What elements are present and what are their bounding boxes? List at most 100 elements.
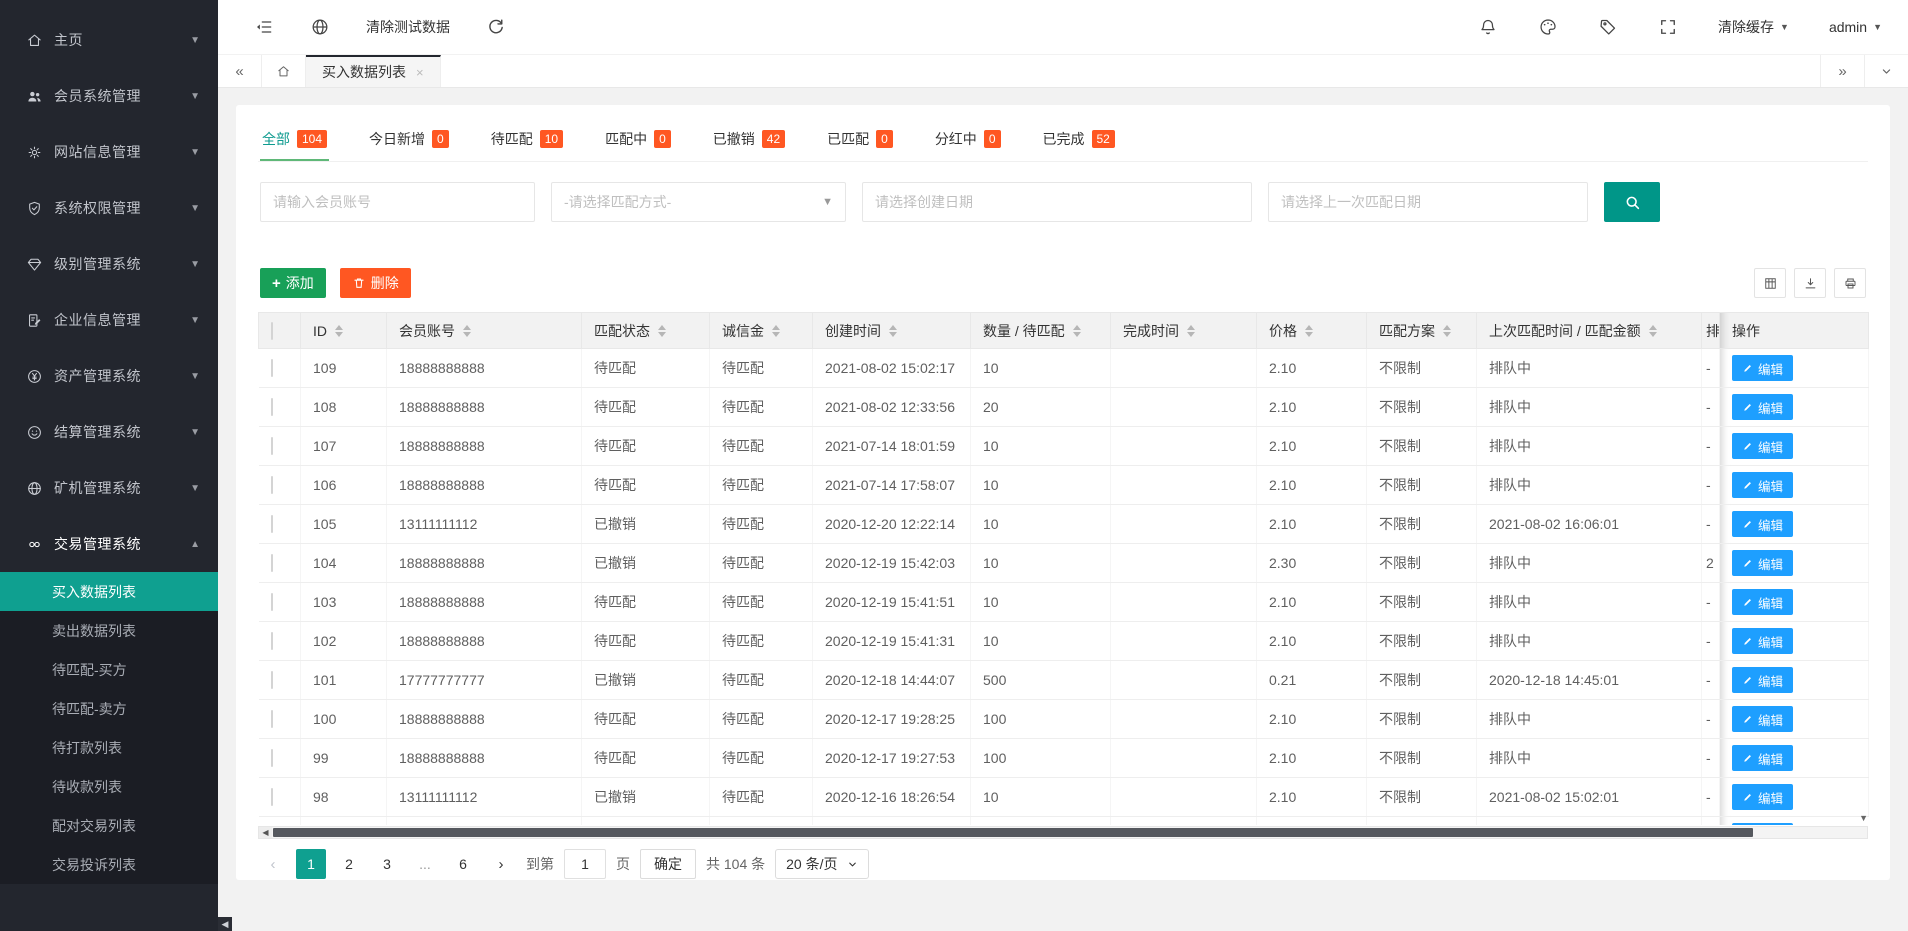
close-tab-icon[interactable]: × [416,65,424,80]
filter-tab-6[interactable]: 分红中0 [933,121,1003,161]
row-checkbox[interactable] [271,671,273,689]
sidebar-item-levels[interactable]: 级别管理系统▼ [0,236,218,292]
sort-icon[interactable] [1305,325,1313,337]
filter-tab-7[interactable]: 已完成52 [1041,121,1117,161]
vertical-scroll-down-arrow[interactable]: ▼ [1859,813,1868,823]
edit-button[interactable]: 编辑 [1732,667,1793,693]
column-header-9[interactable]: 上次匹配时间 / 匹配金额 [1477,313,1702,349]
sidebar-item-trade[interactable]: 交易管理系统▲ [0,516,218,572]
row-checkbox[interactable] [271,788,273,806]
tab-buy-data-list[interactable]: 买入数据列表 × [306,55,441,87]
page-button-3[interactable]: 3 [372,849,402,879]
edit-button[interactable]: 编辑 [1732,433,1793,459]
sidebar-subitem-pending-payment[interactable]: 待打款列表 [0,728,218,767]
bell-icon[interactable] [1478,17,1498,37]
sidebar-item-site-info[interactable]: 网站信息管理▼ [0,124,218,180]
tabs-menu-button[interactable] [1864,55,1908,87]
clear-cache-dropdown[interactable]: 清除缓存▼ [1718,17,1789,37]
sort-icon[interactable] [658,325,666,337]
sort-icon[interactable] [772,325,780,337]
filter-tab-5[interactable]: 已匹配0 [825,121,895,161]
sidebar-item-settlement[interactable]: 结算管理系统▼ [0,404,218,460]
tabs-scroll-left-button[interactable]: « [218,55,262,87]
edit-button[interactable]: 编辑 [1732,823,1793,825]
edit-button[interactable]: 编辑 [1732,394,1793,420]
edit-button[interactable]: 编辑 [1732,745,1793,771]
column-header-1[interactable]: 会员账号 [387,313,582,349]
page-scroll-left-arrow[interactable]: ◀ [218,917,232,931]
edit-button[interactable]: 编辑 [1732,511,1793,537]
clear-test-data-button[interactable]: 清除测试数据 [366,17,450,37]
sidebar-subitem-complaints[interactable]: 交易投诉列表 [0,845,218,884]
edit-button[interactable]: 编辑 [1732,628,1793,654]
edit-button[interactable]: 编辑 [1732,706,1793,732]
row-checkbox[interactable] [271,437,273,455]
row-checkbox[interactable] [271,710,273,728]
row-checkbox[interactable] [271,749,273,767]
scrollbar-thumb[interactable] [273,828,1753,837]
per-page-select[interactable]: 20 条/页 [775,849,868,879]
column-header-5[interactable]: 数量 / 待匹配 [971,313,1111,349]
column-header-3[interactable]: 诚信金 [710,313,813,349]
home-tab[interactable] [262,55,306,87]
sidebar-item-members[interactable]: 会员系统管理▼ [0,68,218,124]
column-header-0[interactable]: ID [301,313,387,349]
tabs-scroll-right-button[interactable]: » [1820,55,1864,87]
column-header-7[interactable]: 价格 [1257,313,1367,349]
column-header-2[interactable]: 匹配状态 [582,313,710,349]
filter-tab-3[interactable]: 匹配中0 [603,121,673,161]
sidebar-item-home[interactable]: 主页▼ [0,12,218,68]
member-account-input[interactable] [260,182,535,222]
sidebar-item-assets[interactable]: 资产管理系统▼ [0,348,218,404]
sort-icon[interactable] [1649,325,1657,337]
export-download-icon[interactable] [1794,268,1826,298]
add-button[interactable]: +添加 [260,268,326,298]
last-match-date-input[interactable] [1268,182,1588,222]
filter-tab-4[interactable]: 已撤销42 [711,121,787,161]
sidebar-subitem-buy-list[interactable]: 买入数据列表 [0,572,218,611]
filter-tab-0[interactable]: 全部104 [260,121,329,161]
sort-icon[interactable] [335,325,343,337]
sidebar-item-permissions[interactable]: 系统权限管理▼ [0,180,218,236]
tag-icon[interactable] [1598,17,1618,37]
fullscreen-icon[interactable] [1658,17,1678,37]
row-checkbox[interactable] [271,515,273,533]
edit-button[interactable]: 编辑 [1732,472,1793,498]
select-all-checkbox[interactable] [271,322,273,340]
edit-button[interactable]: 编辑 [1732,784,1793,810]
edit-button[interactable]: 编辑 [1732,550,1793,576]
sidebar-subitem-pending-buyer[interactable]: 待匹配-买方 [0,650,218,689]
sort-icon[interactable] [1073,325,1081,337]
scroll-left-arrow[interactable]: ◀ [259,827,272,838]
goto-page-input[interactable] [564,849,606,879]
columns-filter-icon[interactable] [1754,268,1786,298]
match-mode-select[interactable]: -请选择匹配方式- ▼ [551,182,846,222]
sort-icon[interactable] [463,325,471,337]
edit-button[interactable]: 编辑 [1732,355,1793,381]
page-button-6[interactable]: 6 [448,849,478,879]
row-checkbox[interactable] [271,476,273,494]
create-date-input[interactable] [862,182,1252,222]
row-checkbox[interactable] [271,554,273,572]
row-checkbox[interactable] [271,593,273,611]
filter-tab-2[interactable]: 待匹配10 [489,121,565,161]
sort-icon[interactable] [1443,325,1451,337]
menu-fold-icon[interactable] [254,17,274,37]
edit-button[interactable]: 编辑 [1732,589,1793,615]
delete-button[interactable]: 删除 [340,268,411,298]
sidebar-item-enterprise[interactable]: 企业信息管理▼ [0,292,218,348]
filter-tab-1[interactable]: 今日新增0 [367,121,451,161]
user-dropdown[interactable]: admin▼ [1829,19,1882,35]
page-button-1[interactable]: 1 [296,849,326,879]
search-button[interactable] [1604,182,1660,222]
globe-icon[interactable] [310,17,330,37]
row-checkbox[interactable] [271,632,273,650]
prev-page-button[interactable]: ‹ [258,849,288,879]
sidebar-subitem-paired-trades[interactable]: 配对交易列表 [0,806,218,845]
sidebar-item-miners[interactable]: 矿机管理系统▼ [0,460,218,516]
row-checkbox[interactable] [271,359,273,377]
column-header-4[interactable]: 创建时间 [813,313,971,349]
row-checkbox[interactable] [271,398,273,416]
sort-icon[interactable] [1187,325,1195,337]
horizontal-scrollbar[interactable]: ◀ [258,826,1868,839]
